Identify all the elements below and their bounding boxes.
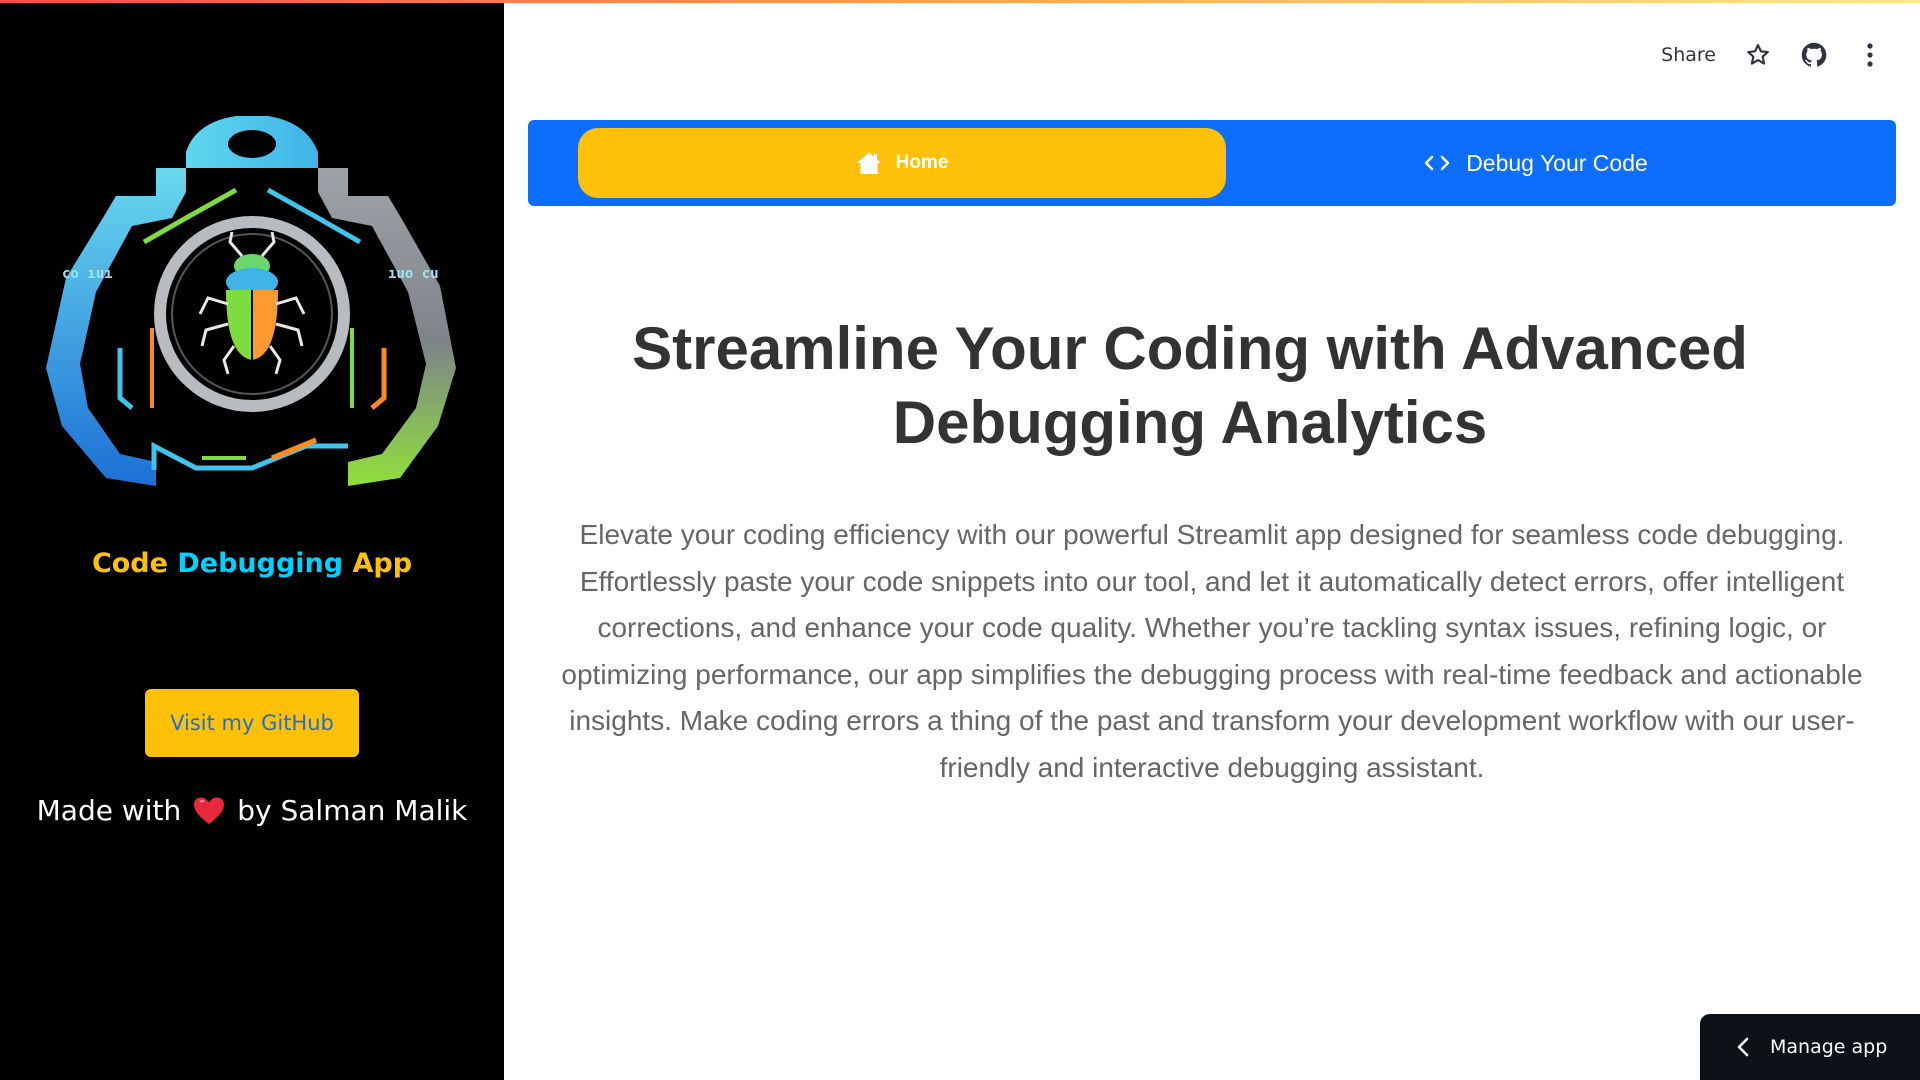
svg-text:ıuo cu: ıuo cu <box>388 266 439 282</box>
star-icon[interactable] <box>1744 41 1772 69</box>
app-title-code: Code <box>91 548 168 579</box>
made-with-credit: Made with by Salman Malik <box>0 794 504 827</box>
tab-debug-label: Debug Your Code <box>1466 149 1648 176</box>
tab-home[interactable]: Home <box>578 128 1226 198</box>
more-vertical-icon[interactable] <box>1856 41 1884 69</box>
share-button[interactable]: Share <box>1661 44 1716 66</box>
svg-text:co ıuı: co ıuı <box>62 266 113 282</box>
manage-app-button[interactable]: Manage app <box>1700 1014 1920 1080</box>
visit-github-button[interactable]: Visit my GitHub <box>145 689 359 757</box>
home-icon <box>856 152 881 174</box>
nav-bar: Home Debug Your Code <box>528 120 1896 206</box>
app-title: Code Debugging App <box>0 548 504 579</box>
made-with-author: by Salman Malik <box>237 794 468 827</box>
heart-icon <box>194 797 225 824</box>
manage-app-label: Manage app <box>1770 1036 1888 1058</box>
sidebar: co ıuı ıuo cu Code Debugging App Visit m… <box>0 0 504 1080</box>
page-headline: Streamline Your Coding with Advanced Deb… <box>632 315 1748 456</box>
code-icon <box>1424 155 1450 171</box>
chevron-left-icon <box>1737 1037 1749 1057</box>
bug-logo: co ıuı ıuo cu <box>36 108 468 488</box>
header-toolbar: Share <box>1661 38 1884 72</box>
made-with-prefix: Made with <box>36 794 182 827</box>
tab-home-label: Home <box>895 152 949 173</box>
bug-logo-icon: co ıuı ıuo cu <box>46 116 456 486</box>
app-title-app: App <box>352 548 413 579</box>
tab-debug-your-code[interactable]: Debug Your Code <box>1226 128 1846 198</box>
app-title-debugging: Debugging <box>177 548 344 579</box>
top-accent-bar <box>0 0 1920 3</box>
github-icon[interactable] <box>1800 41 1828 69</box>
page-description: Elevate your coding efficiency with our … <box>561 519 1863 783</box>
